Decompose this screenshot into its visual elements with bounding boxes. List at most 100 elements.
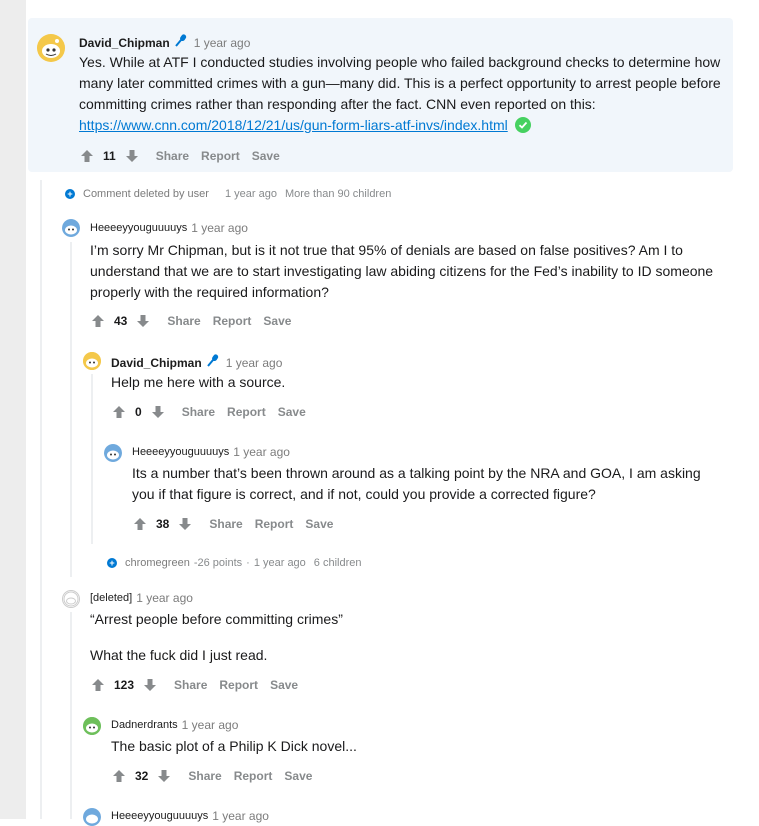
timestamp[interactable]: 1 year ago bbox=[254, 557, 306, 569]
avatar[interactable] bbox=[62, 590, 80, 608]
collapsed-comment[interactable]: + Comment deleted by user 1 year ago Mor… bbox=[65, 188, 391, 200]
save-button[interactable]: Save bbox=[278, 405, 306, 419]
thread-line[interactable] bbox=[70, 242, 72, 577]
timestamp[interactable]: 1 year ago bbox=[233, 445, 290, 459]
plus-circle-icon[interactable]: + bbox=[65, 189, 75, 199]
plus-circle-icon[interactable]: + bbox=[107, 558, 117, 568]
comment-body: “Arrest people before committing crimes”… bbox=[90, 609, 710, 666]
comment-paragraph: What the fuck did I just read. bbox=[90, 647, 268, 663]
comment-body: The basic plot of a Philip K Dick novel.… bbox=[111, 738, 357, 754]
share-button[interactable]: Share bbox=[174, 678, 207, 692]
vote-score: 0 bbox=[135, 405, 142, 419]
comment-body: I’m sorry Mr Chipman, but is it not true… bbox=[90, 242, 714, 300]
report-button[interactable]: Report bbox=[255, 517, 294, 531]
snoo-avatar-icon bbox=[62, 219, 80, 237]
share-button[interactable]: Share bbox=[167, 314, 200, 328]
vote-score: 11 bbox=[103, 149, 116, 163]
comment-header: Heeeeyyouguuuuys 1 year ago bbox=[90, 221, 248, 235]
share-button[interactable]: Share bbox=[182, 405, 215, 419]
avatar[interactable] bbox=[37, 34, 65, 62]
username[interactable]: David_Chipman bbox=[111, 356, 202, 370]
children-count[interactable]: 6 children bbox=[314, 557, 362, 569]
thread-line[interactable] bbox=[40, 180, 42, 819]
arrow-down-icon[interactable] bbox=[142, 677, 158, 693]
arrow-up-icon[interactable] bbox=[90, 677, 106, 693]
left-gutter bbox=[0, 0, 26, 819]
snoo-avatar-icon bbox=[83, 352, 101, 370]
microphone-icon bbox=[174, 33, 188, 52]
comment-header: David_Chipman 1 year ago bbox=[79, 33, 250, 52]
comment-actions: 11 Share Report Save bbox=[79, 148, 280, 164]
points: -26 points bbox=[193, 557, 243, 569]
thread-line[interactable] bbox=[70, 612, 72, 819]
avatar[interactable] bbox=[83, 717, 101, 735]
vote-score: 32 bbox=[135, 769, 149, 783]
report-button[interactable]: Report bbox=[219, 678, 258, 692]
username[interactable]: chromegreen bbox=[125, 557, 190, 569]
save-button[interactable]: Save bbox=[284, 769, 312, 783]
comment-header: Heeeeyyouguuuuys 1 year ago bbox=[111, 809, 269, 823]
report-button[interactable]: Report bbox=[213, 314, 252, 328]
username[interactable]: Heeeeyyouguuuuys bbox=[111, 810, 208, 822]
comment-actions: 32 Share Report Save bbox=[111, 768, 312, 784]
deleted-avatar-icon bbox=[63, 591, 79, 607]
arrow-up-icon[interactable] bbox=[90, 313, 106, 329]
arrow-up-icon[interactable] bbox=[132, 516, 148, 532]
comment-body: Its a number that’s been thrown around a… bbox=[132, 465, 701, 502]
timestamp[interactable]: 1 year ago bbox=[136, 591, 193, 605]
save-button[interactable]: Save bbox=[305, 517, 333, 531]
comment-actions: 43 Share Report Save bbox=[90, 313, 291, 329]
external-link[interactable]: https://www.cnn.com/2018/12/21/us/gun-fo… bbox=[79, 117, 508, 133]
snoo-avatar-icon bbox=[104, 444, 122, 462]
report-button[interactable]: Report bbox=[201, 149, 240, 163]
arrow-up-icon[interactable] bbox=[79, 148, 95, 164]
username[interactable]: Heeeeyyouguuuuys bbox=[132, 446, 229, 458]
vote-score: 43 bbox=[114, 314, 128, 328]
username[interactable]: David_Chipman bbox=[79, 36, 170, 50]
report-button[interactable]: Report bbox=[227, 405, 266, 419]
report-button[interactable]: Report bbox=[234, 769, 273, 783]
timestamp[interactable]: 1 year ago bbox=[225, 188, 277, 200]
arrow-up-icon[interactable] bbox=[111, 404, 127, 420]
arrow-down-icon[interactable] bbox=[135, 313, 151, 329]
avatar[interactable] bbox=[83, 352, 101, 370]
timestamp[interactable]: 1 year ago bbox=[182, 718, 239, 732]
comment-body: Yes. While at ATF I conducted studies in… bbox=[79, 52, 724, 139]
username[interactable]: Heeeeyyouguuuuys bbox=[90, 222, 187, 234]
arrow-down-icon[interactable] bbox=[150, 404, 166, 420]
save-button[interactable]: Save bbox=[263, 314, 291, 328]
arrow-up-icon[interactable] bbox=[111, 768, 127, 784]
arrow-down-icon[interactable] bbox=[177, 516, 193, 532]
children-count[interactable]: More than 90 children bbox=[285, 188, 391, 200]
arrow-down-icon[interactable] bbox=[124, 148, 140, 164]
comment-header: David_Chipman 1 year ago bbox=[111, 353, 282, 372]
comment-text: Yes. While at ATF I conducted studies in… bbox=[79, 54, 721, 112]
share-button[interactable]: Share bbox=[188, 769, 221, 783]
separator-dot: · bbox=[246, 557, 250, 569]
timestamp[interactable]: 1 year ago bbox=[191, 221, 248, 235]
snoo-avatar-icon bbox=[83, 717, 101, 735]
timestamp[interactable]: 1 year ago bbox=[226, 356, 283, 370]
thread-line[interactable] bbox=[91, 374, 93, 544]
save-button[interactable]: Save bbox=[252, 149, 280, 163]
microphone-icon bbox=[206, 353, 220, 372]
vote-score: 123 bbox=[114, 678, 135, 692]
timestamp[interactable]: 1 year ago bbox=[194, 36, 251, 50]
username[interactable]: Dadnerdrants bbox=[111, 719, 178, 731]
deleted-label: Comment deleted by user bbox=[83, 188, 209, 200]
share-button[interactable]: Share bbox=[156, 149, 189, 163]
share-button[interactable]: Share bbox=[209, 517, 242, 531]
snoo-avatar-icon bbox=[37, 34, 65, 62]
avatar[interactable] bbox=[62, 219, 80, 237]
save-button[interactable]: Save bbox=[270, 678, 298, 692]
comment-header: Dadnerdrants 1 year ago bbox=[111, 718, 238, 732]
arrow-down-icon[interactable] bbox=[156, 768, 172, 784]
timestamp[interactable]: 1 year ago bbox=[212, 809, 269, 823]
comment-actions: 0 Share Report Save bbox=[111, 404, 306, 420]
comment-header: Heeeeyyouguuuuys 1 year ago bbox=[132, 445, 290, 459]
comment-actions: 123 Share Report Save bbox=[90, 677, 298, 693]
collapsed-comment[interactable]: + chromegreen -26 points · 1 year ago 6 … bbox=[107, 557, 362, 569]
avatar[interactable] bbox=[83, 808, 101, 826]
username: [deleted] bbox=[90, 592, 133, 604]
avatar[interactable] bbox=[104, 444, 122, 462]
